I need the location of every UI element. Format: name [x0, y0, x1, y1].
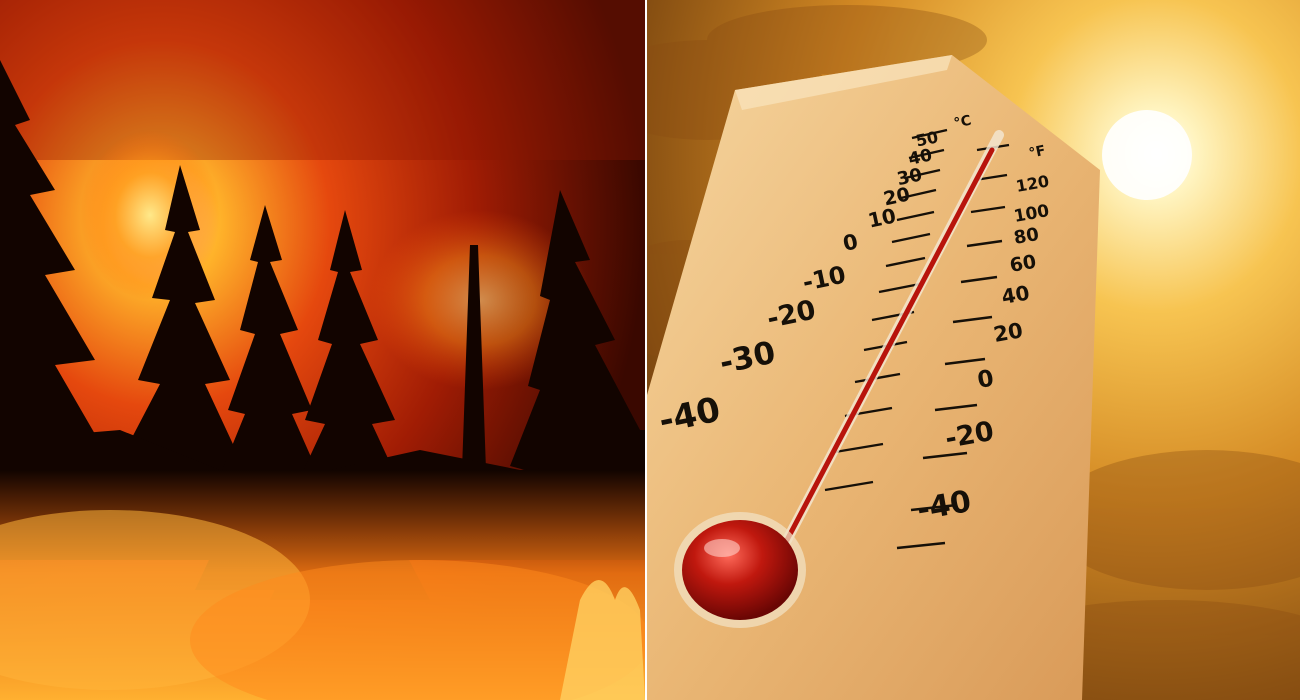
fahrenheit-unit-label: °F	[1028, 143, 1048, 162]
fahrenheit-label: 60	[1008, 251, 1038, 277]
sun	[1102, 110, 1192, 200]
wildfire-scene	[0, 0, 645, 700]
wildfire-photo	[0, 0, 645, 700]
fahrenheit-label: 40	[1000, 280, 1032, 308]
fahrenheit-label: 80	[1012, 224, 1040, 249]
upper-smoke	[0, 0, 645, 160]
bulb-highlight	[704, 539, 740, 557]
fahrenheit-label: 20	[992, 318, 1025, 347]
mercury-bulb	[682, 520, 798, 620]
thermometer-photo: °C °F 50 40 30 20 10 0 -10 -20 -30 -40 1…	[647, 0, 1300, 700]
image-stage: °C °F 50 40 30 20 10 0 -10 -20 -30 -40 1…	[0, 0, 1300, 700]
thermometer-scene: °C °F 50 40 30 20 10 0 -10 -20 -30 -40 1…	[647, 0, 1300, 700]
